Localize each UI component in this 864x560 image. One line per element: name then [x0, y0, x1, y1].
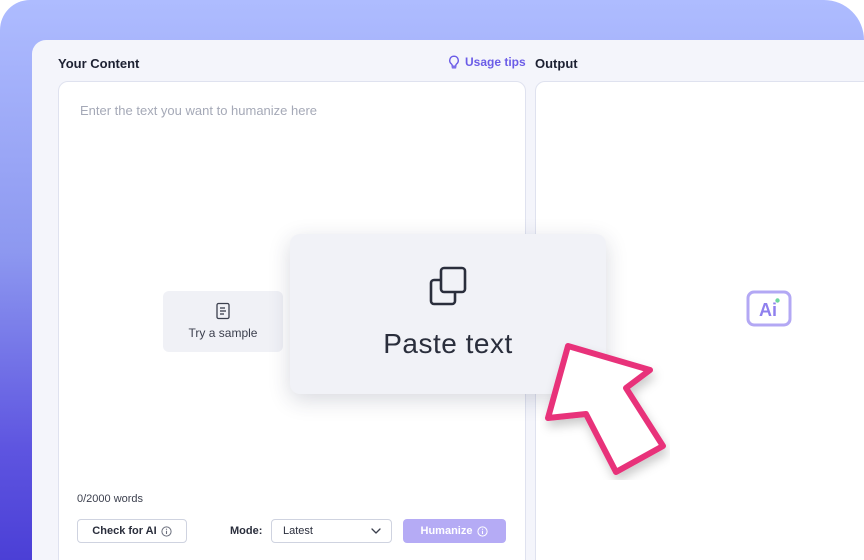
check-for-ai-button[interactable]: Check for AI	[77, 519, 187, 543]
info-icon	[477, 525, 489, 537]
usage-tips-label: Usage tips	[465, 55, 526, 69]
humanize-label: Humanize	[420, 525, 473, 537]
check-for-ai-label: Check for AI	[92, 525, 157, 537]
document-icon	[216, 302, 230, 320]
pointer-arrow-icon	[545, 343, 666, 475]
chevron-down-icon	[371, 528, 381, 534]
usage-tips-link[interactable]: Usage tips	[448, 55, 526, 69]
try-sample-button[interactable]: Try a sample	[163, 291, 283, 352]
mode-select[interactable]: Latest	[271, 519, 392, 543]
content-title: Your Content	[58, 56, 140, 71]
mode-select-value: Latest	[283, 525, 313, 537]
content-input-placeholder[interactable]: Enter the text you want to humanize here	[80, 103, 317, 118]
ai-logo-icon: Ai	[746, 290, 792, 327]
lightbulb-icon	[449, 55, 459, 69]
copy-icon	[429, 266, 467, 306]
word-counter: 0/2000 words	[77, 493, 144, 505]
info-icon	[161, 525, 172, 537]
output-title: Output	[535, 56, 578, 71]
ai-logo-text: Ai	[759, 300, 777, 320]
mode-label: Mode:	[230, 525, 263, 537]
try-sample-label: Try a sample	[188, 326, 258, 340]
humanize-button[interactable]: Humanize	[403, 519, 506, 543]
